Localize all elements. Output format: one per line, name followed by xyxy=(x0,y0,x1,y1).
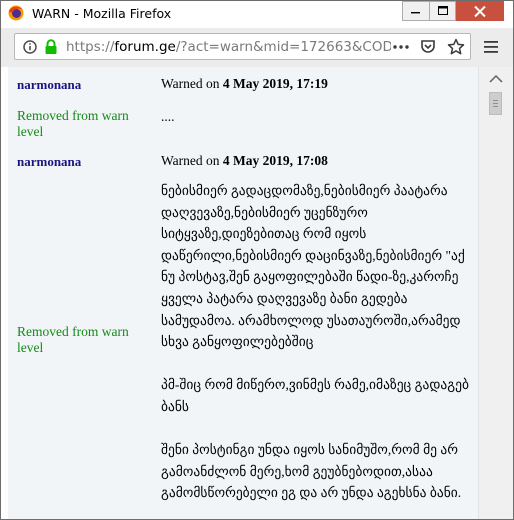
more-icon[interactable] xyxy=(392,40,410,54)
url-host: forum.ge xyxy=(114,39,176,55)
scroll-up-arrow-icon[interactable] xyxy=(488,74,504,84)
url-path: /?act=warn&mid=172663&CODE xyxy=(175,39,391,55)
minimize-button[interactable] xyxy=(402,1,429,21)
warn-message: ნებისმიერ გადაცდომაზე,ნებისმიერ პაატარა … xyxy=(161,180,477,519)
warn-prefix: Warned on xyxy=(161,76,223,91)
url-protocol: https:// xyxy=(66,39,115,55)
url-bar[interactable]: https://forum.ge/?act=warn&mid=172663&CO… xyxy=(14,33,471,60)
warn-message-paragraph: პმ-შიც რომ მიწერო,ვინმეს რამე,იმაზეც გად… xyxy=(161,377,469,414)
close-button[interactable] xyxy=(456,1,504,21)
scrollbar-thumb[interactable] xyxy=(489,92,502,115)
minimize-icon xyxy=(411,12,420,14)
warn-date: 4 May 2019, 17:19 xyxy=(222,76,328,91)
warn-message-paragraph: შენი პოსტინგი უნდა იყოს სანიმუშო,რომ მე … xyxy=(161,442,462,501)
warn-message-paragraph: ნებისმიერ გადაცდომაზე,ნებისმიერ პაატარა … xyxy=(161,183,465,350)
pocket-icon[interactable] xyxy=(420,39,436,55)
warn-status: Removed from warn level xyxy=(17,324,129,355)
warn-status: Removed from warn level xyxy=(17,108,129,139)
url-text[interactable]: https://forum.ge/?act=warn&mid=172663&CO… xyxy=(66,39,391,55)
menu-icon[interactable] xyxy=(483,40,499,54)
maximize-button[interactable] xyxy=(429,1,456,21)
title-bar[interactable]: WARN - Mozilla Firefox xyxy=(1,1,513,28)
warn-log: narmonana Removed from warn level Warned… xyxy=(8,67,478,519)
warn-prefix: Warned on xyxy=(161,153,223,168)
grip-line xyxy=(493,106,498,107)
lock-icon[interactable] xyxy=(44,39,58,55)
maximize-icon xyxy=(437,6,448,15)
window-title: WARN - Mozilla Firefox xyxy=(32,6,172,21)
page-content: narmonana Removed from warn level Warned… xyxy=(1,67,478,519)
info-icon[interactable] xyxy=(23,40,37,54)
warn-username-link[interactable]: narmonana xyxy=(17,154,81,170)
grip-line xyxy=(493,100,498,101)
browser-window: WARN - Mozilla Firefox https://forum.ge/… xyxy=(0,0,514,520)
warn-date-line: Warned on 4 May 2019, 17:08 xyxy=(161,153,477,169)
star-icon[interactable] xyxy=(447,38,465,56)
navigation-bar: https://forum.ge/?act=warn&mid=172663&CO… xyxy=(1,28,513,67)
warn-username-link[interactable]: narmonana xyxy=(17,77,81,93)
warn-message: .... xyxy=(161,109,175,124)
close-icon xyxy=(474,5,486,17)
vertical-scrollbar[interactable] xyxy=(478,67,513,519)
firefox-icon xyxy=(8,5,24,21)
warn-date-line: Warned on 4 May 2019, 17:19 xyxy=(161,76,477,92)
warn-date: 4 May 2019, 17:08 xyxy=(222,153,328,168)
grip-line xyxy=(493,103,498,104)
